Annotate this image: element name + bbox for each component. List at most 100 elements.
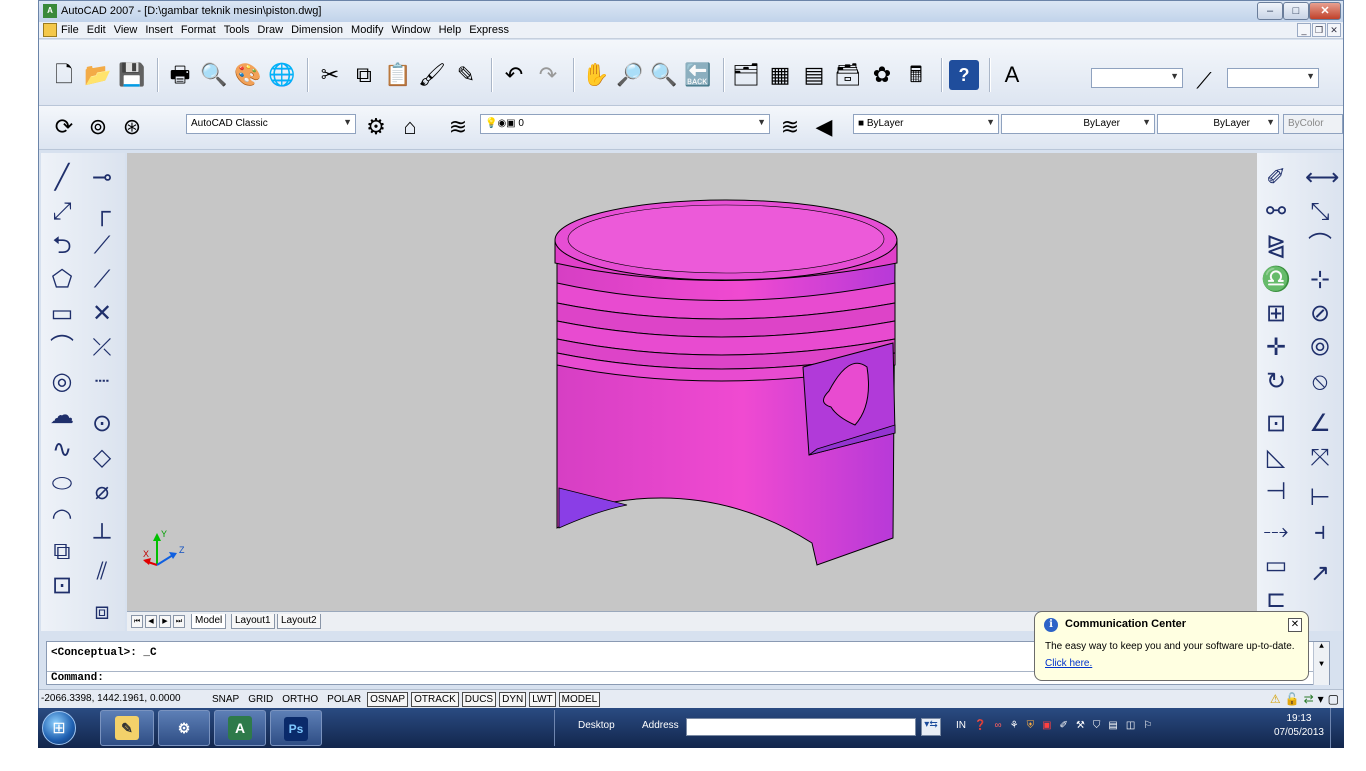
zoom-previous-icon[interactable]: 🔙 — [683, 60, 713, 90]
communication-center-icon[interactable]: ⇄ — [1304, 692, 1314, 706]
shield-icon[interactable]: ⛉ — [1093, 720, 1101, 731]
tab-layout2[interactable]: Layout2 — [277, 614, 321, 629]
address-input[interactable] — [686, 718, 916, 736]
make-block-icon[interactable]: ⊡ — [47, 571, 77, 601]
status-osnap-button[interactable]: OSNAP — [367, 692, 409, 707]
layer-dropdown[interactable]: 💡◉▣ 0 ▼ — [480, 114, 770, 134]
plot-preview-icon[interactable]: 🔍 — [199, 60, 229, 90]
ordinate-icon[interactable]: ⊹ — [1305, 265, 1335, 295]
document-icon[interactable] — [43, 23, 57, 37]
3d-dwf-icon[interactable]: 🌐 — [267, 60, 297, 90]
plot-style-dropdown[interactable]: ByColor — [1283, 114, 1343, 134]
status-model-button[interactable]: MODEL — [558, 692, 601, 707]
radius-icon[interactable]: ⊘ — [1305, 299, 1335, 329]
copy-icon[interactable]: ⧉ — [349, 60, 379, 90]
menu-insert[interactable]: Insert — [145, 24, 173, 36]
status-dyn-button[interactable]: DYN — [499, 692, 527, 707]
workspace-save-icon[interactable]: ⌂ — [395, 112, 425, 142]
previous-tab-button[interactable]: ◀ — [145, 615, 157, 628]
status-otrack-button[interactable]: OTRACK — [411, 692, 459, 707]
revision-cloud-icon[interactable]: ☁ — [47, 401, 77, 431]
tool-palettes-icon[interactable]: ▤ — [799, 60, 829, 90]
continuous-orbit-icon[interactable]: ⊛ — [117, 112, 147, 142]
design-center-icon[interactable]: ▦ — [765, 60, 795, 90]
model-viewport[interactable]: Y X Z — [127, 153, 1257, 611]
quickcalc-icon[interactable]: 🖩 — [901, 60, 931, 90]
status-snap-button[interactable]: SNAP — [209, 692, 242, 707]
pdf-icon[interactable]: ▣ — [1042, 720, 1051, 731]
display-icon[interactable]: ▤ — [1108, 720, 1117, 731]
status-grid-button[interactable]: GRID — [245, 692, 276, 707]
status-menu-icon[interactable]: ▾ — [1318, 692, 1324, 706]
status-polar-button[interactable]: POLAR — [324, 692, 364, 707]
help-icon[interactable]: ❓ — [974, 720, 986, 731]
click-here-link[interactable]: Click here. — [1045, 658, 1092, 669]
show-desktop-button[interactable] — [1330, 708, 1344, 748]
object-snap-endpoint-icon[interactable]: ⊸ — [87, 163, 117, 193]
taskbar-autocad[interactable]: A — [214, 710, 266, 746]
doc-close-button[interactable]: ✕ — [1327, 23, 1341, 37]
text-style-dropdown[interactable]: ▼ — [1091, 68, 1183, 88]
command-scrollbar[interactable]: ▲ ▼ — [1313, 642, 1329, 685]
copy-object-icon[interactable]: ⚯ — [1261, 197, 1291, 227]
autocad-logo-icon[interactable]: A — [43, 4, 57, 18]
construction-line-icon[interactable]: ⤢ — [47, 197, 77, 227]
angular-icon[interactable]: ∠ — [1305, 409, 1335, 439]
coordinate-readout[interactable]: -2066.3398, 1442.1961, 0.0000 — [41, 693, 181, 704]
menu-modify[interactable]: Modify — [351, 24, 383, 36]
first-tab-button[interactable]: ⏮ — [131, 615, 143, 628]
dimension-style-dropdown[interactable]: ▼ — [1227, 68, 1319, 88]
mirror-icon[interactable]: ⧎ — [1261, 231, 1291, 261]
layer-previous-icon[interactable]: ◀ — [809, 112, 839, 142]
workspace-dropdown[interactable]: AutoCAD Classic ▼ — [186, 114, 356, 134]
stretch-icon[interactable]: ◺ — [1261, 443, 1291, 473]
trim-icon[interactable]: ⊣ — [1261, 477, 1291, 507]
taskbar-photoshop[interactable]: Ps — [270, 710, 322, 746]
network-icon[interactable]: ⚘ — [1010, 720, 1019, 731]
doc-minimize-button[interactable]: _ — [1297, 23, 1311, 37]
workspace-settings-icon[interactable]: ⚙ — [361, 112, 391, 142]
new-icon[interactable]: 🗋 — [49, 60, 79, 90]
array-icon[interactable]: ⊞ — [1261, 299, 1291, 329]
arc-length-icon[interactable]: ⌒ — [1305, 231, 1335, 261]
snap-intersection-icon[interactable]: ⟋ — [87, 265, 117, 295]
snap-center-icon[interactable]: ⊙ — [87, 409, 117, 439]
clock[interactable]: 19:13 07/05/2013 — [1274, 712, 1324, 740]
arc-icon[interactable]: ⌒ — [47, 333, 77, 363]
menu-edit[interactable]: Edit — [87, 24, 106, 36]
move-icon[interactable]: ✛ — [1261, 333, 1291, 363]
insert-block-icon[interactable]: ⧉ — [47, 537, 77, 567]
status-lwt-button[interactable]: LWT — [529, 692, 556, 707]
menu-dimension[interactable]: Dimension — [291, 24, 343, 36]
status-ducs-button[interactable]: DUCS — [461, 692, 497, 707]
lineweight-dropdown[interactable]: ByLayer ▼ — [1157, 114, 1279, 134]
quick-leader-icon[interactable]: ↗ — [1305, 559, 1335, 589]
free-orbit-icon[interactable]: ⊚ — [83, 112, 113, 142]
pan-icon[interactable]: ✋ — [581, 60, 611, 90]
properties-icon[interactable]: 🗂 — [731, 60, 761, 90]
open-icon[interactable]: 📂 — [83, 60, 113, 90]
menu-draw[interactable]: Draw — [257, 24, 283, 36]
snap-parallel-lines-icon[interactable]: ⫽ — [87, 557, 117, 587]
save-icon[interactable]: 💾 — [117, 60, 147, 90]
help-icon[interactable]: ? — [949, 60, 979, 90]
doc-restore-button[interactable]: ❐ — [1312, 23, 1326, 37]
match-properties-icon[interactable]: 🖌 — [417, 60, 447, 90]
snap-parallel-icon[interactable]: ┈ — [87, 367, 117, 397]
menu-window[interactable]: Window — [391, 24, 430, 36]
snap-insert-icon[interactable]: ⧈ — [87, 597, 117, 627]
plot-icon[interactable]: 🖶 — [165, 60, 195, 90]
menu-view[interactable]: View — [114, 24, 138, 36]
snap-quadrant-icon[interactable]: ◇ — [87, 443, 117, 473]
break-icon[interactable]: ▭ — [1261, 551, 1291, 581]
flag-icon[interactable]: ⚐ — [1143, 720, 1152, 731]
taskbar-settings[interactable]: ⚙ — [158, 710, 210, 746]
diameter-icon[interactable]: ⦸ — [1305, 367, 1335, 397]
redo-icon[interactable]: ↷ — [533, 60, 563, 90]
clean-screen-icon[interactable]: ▢ — [1328, 692, 1339, 706]
lock-icon[interactable]: 🔓 — [1285, 692, 1300, 706]
menu-help[interactable]: Help — [439, 24, 462, 36]
start-button[interactable]: ⊞ — [42, 711, 76, 745]
line-icon[interactable]: ╱ — [47, 163, 77, 193]
snap-tangent-icon[interactable]: ⌀ — [87, 477, 117, 507]
